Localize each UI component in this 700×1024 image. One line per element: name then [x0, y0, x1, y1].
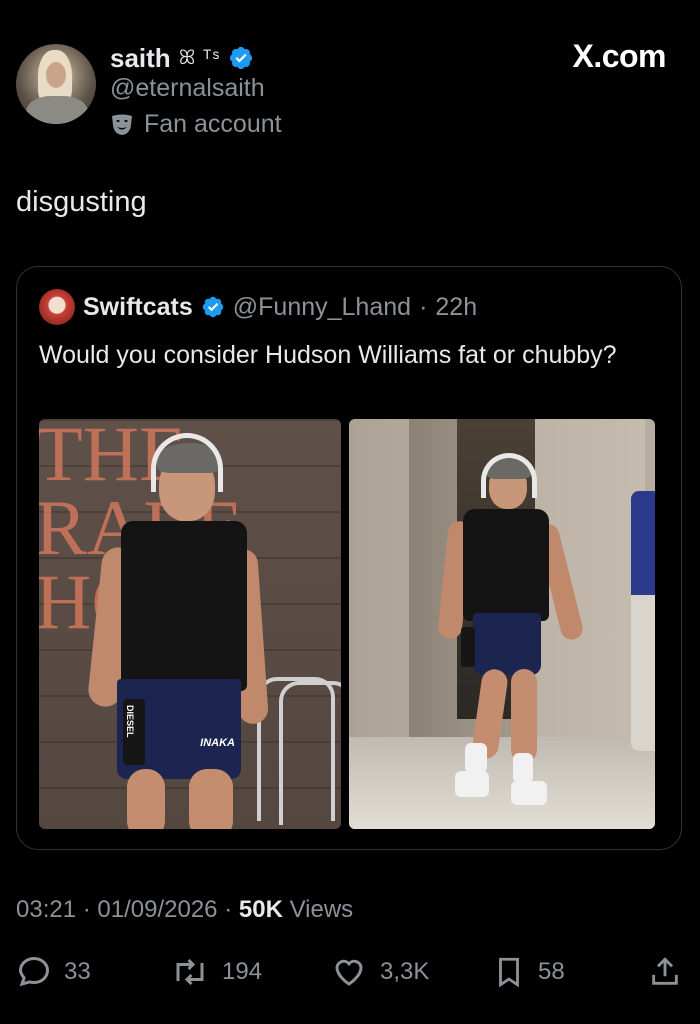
bike-rack-2 — [279, 681, 341, 825]
leg-2 — [511, 669, 537, 763]
black-tank-top — [121, 521, 247, 691]
white-sock — [465, 743, 487, 773]
bookmark-count: 58 — [538, 958, 565, 985]
avatar-face — [46, 62, 66, 88]
meta-separator-2: · — [224, 896, 233, 923]
cup-text: DIESEL — [125, 705, 135, 738]
drink-cup — [461, 627, 475, 667]
white-sock-2 — [513, 753, 533, 783]
fan-account-text: Fan account — [144, 110, 282, 138]
quoted-photo-2[interactable] — [349, 419, 655, 829]
author-name-row[interactable]: saith ꕤ ᵀˢ — [110, 40, 254, 76]
quoted-tweet-header: Swiftcats @Funny_Lhand · 22h — [39, 289, 477, 325]
white-sneaker — [455, 771, 489, 797]
author-name[interactable]: saith — [110, 43, 171, 74]
quoted-author-handle[interactable]: @Funny_Lhand — [233, 293, 411, 322]
action-bar: 33 194 3,3K 58 — [0, 952, 700, 992]
author-avatar[interactable] — [16, 44, 96, 124]
reply-icon — [18, 956, 50, 987]
author-name-decoration: ꕤ ᵀˢ — [178, 46, 221, 69]
share-button[interactable] — [648, 952, 682, 992]
share-icon — [652, 957, 678, 985]
passerby-partial — [631, 491, 655, 751]
shorts-logo: INAKA — [200, 737, 235, 749]
like-button[interactable]: 3,3K — [330, 952, 429, 992]
tweet-text: disgusting — [16, 186, 147, 218]
theater-mask-icon — [112, 114, 132, 135]
repost-button[interactable]: 194 — [170, 952, 262, 992]
quoted-author-name[interactable]: Swiftcats — [83, 293, 193, 322]
verified-badge-icon — [230, 46, 253, 70]
views-count: 50K — [238, 896, 283, 923]
quoted-author-avatar[interactable] — [39, 289, 75, 325]
white-headphones — [481, 453, 537, 498]
black-tank-top — [463, 509, 549, 621]
header-separator: · — [419, 292, 428, 321]
author-handle[interactable]: @eternalsaith — [110, 74, 265, 103]
tweet-date[interactable]: 01/09/2026 — [97, 896, 217, 923]
leg-2 — [127, 769, 165, 829]
tweet-meta: 03:21 · 01/09/2026 · 50K Views — [16, 896, 353, 924]
bookmark-icon — [499, 957, 519, 988]
person-figure: INAKA DIESEL — [86, 429, 287, 829]
drink-cup: DIESEL — [123, 699, 145, 765]
heart-icon — [335, 959, 363, 986]
navy-shorts — [473, 613, 541, 675]
fan-account-label: Fan account — [110, 110, 282, 139]
person-figure — [436, 453, 601, 813]
avatar-body — [26, 96, 88, 124]
quoted-timestamp[interactable]: 22h — [435, 293, 477, 322]
white-sneaker-2 — [511, 781, 547, 805]
verified-badge-icon — [202, 296, 224, 318]
views-label: Views — [289, 896, 354, 923]
quoted-tweet-card[interactable]: Swiftcats @Funny_Lhand · 22h Would you con… — [16, 266, 682, 850]
reply-button[interactable]: 33 — [16, 952, 91, 992]
like-count: 3,3K — [380, 958, 430, 985]
quoted-photo-1[interactable]: THE RARE HO INAKA DIESEL — [39, 419, 341, 829]
white-headphones — [151, 433, 223, 492]
leg — [189, 769, 233, 829]
x-com-logo: X.com — [572, 38, 666, 74]
repost-icon — [176, 958, 204, 986]
tweet-time[interactable]: 03:21 — [16, 896, 76, 923]
meta-separator: · — [82, 896, 91, 923]
reply-count: 33 — [64, 958, 91, 985]
quoted-tweet-text: Would you consider Hudson Williams fat o… — [39, 341, 617, 369]
repost-count: 194 — [222, 958, 263, 985]
bookmark-button[interactable]: 58 — [492, 952, 565, 992]
